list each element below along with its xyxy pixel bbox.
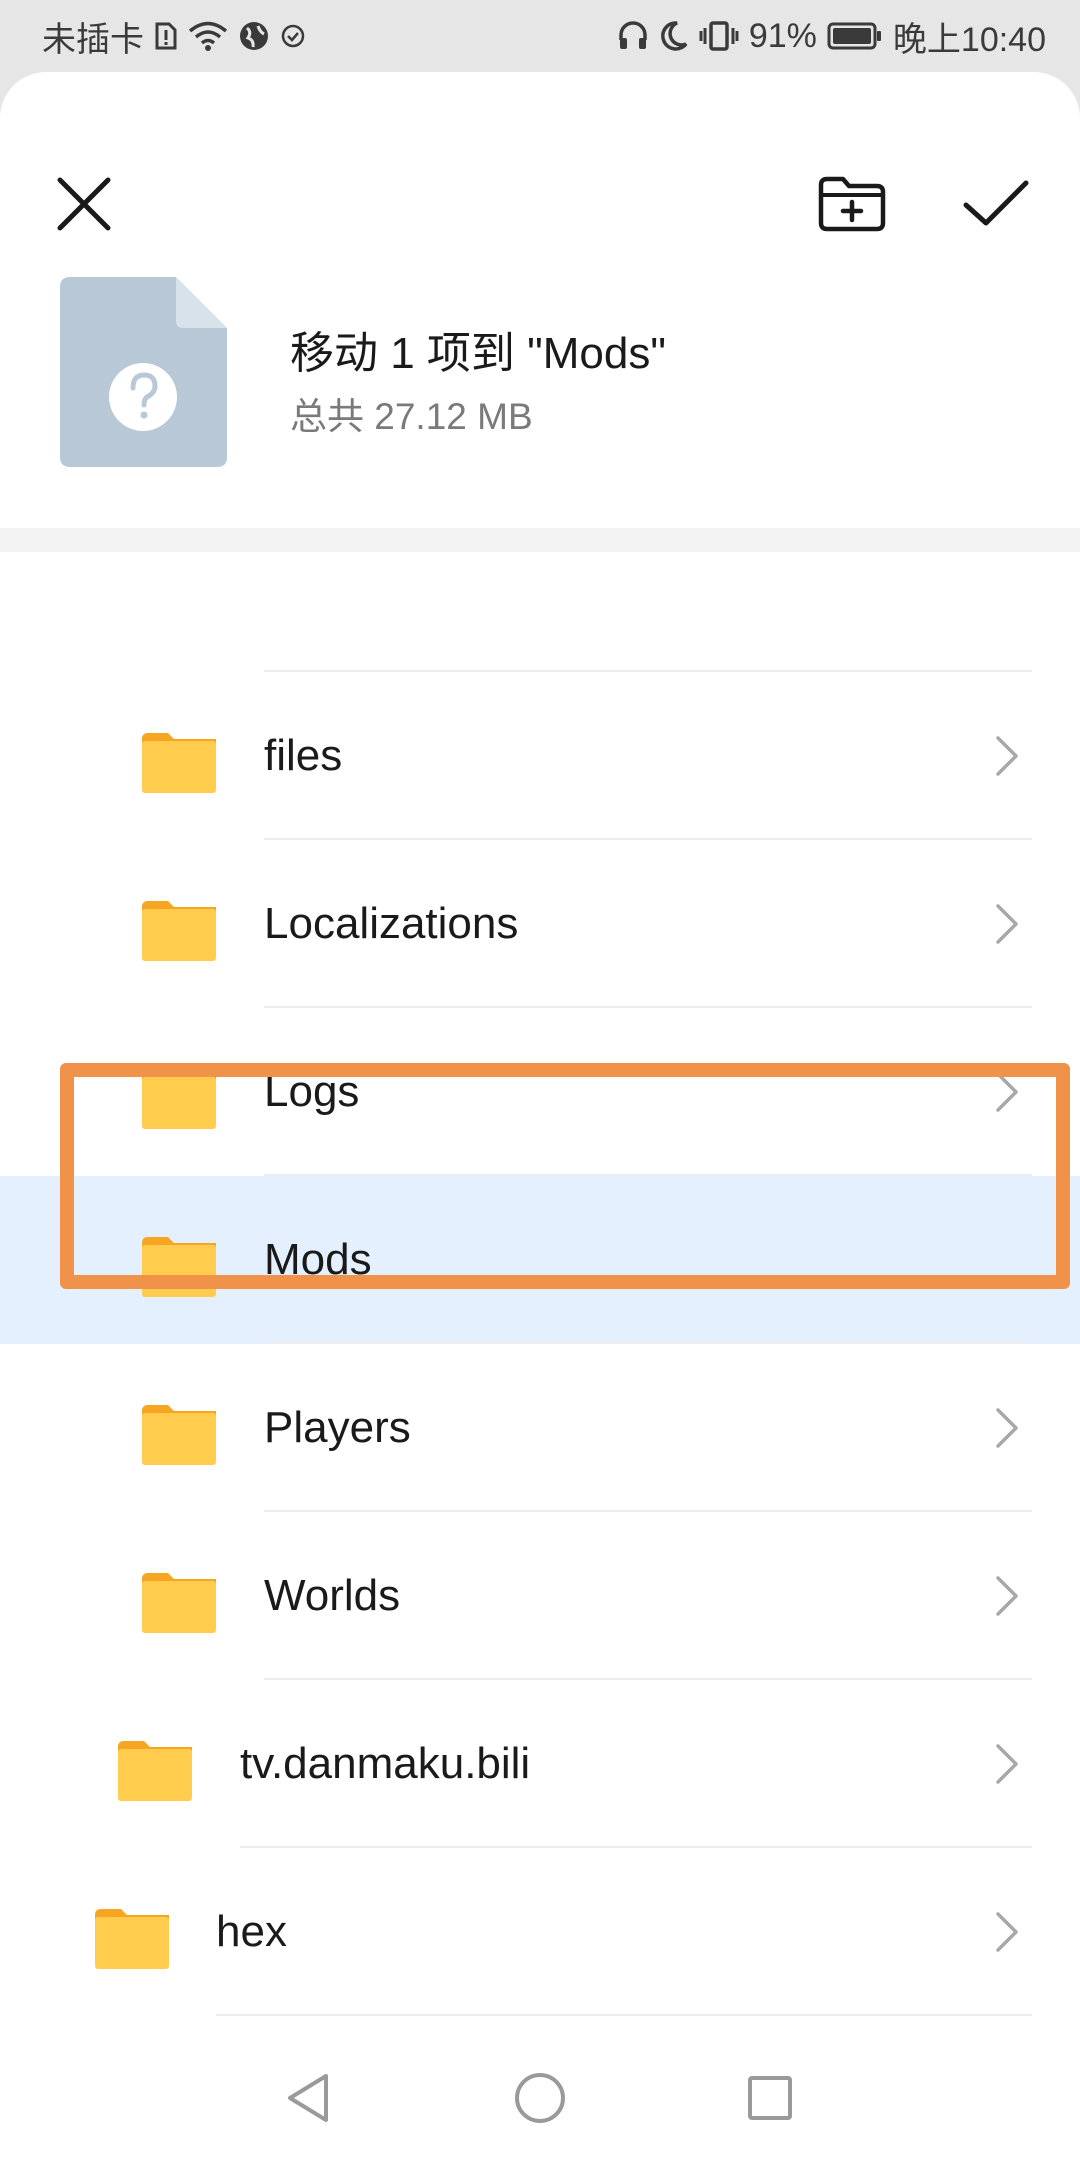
- move-total-size: 总共 27.12 MB: [290, 396, 533, 437]
- chevron-right-icon: [996, 1408, 1018, 1448]
- chevron-right-icon: [996, 904, 1018, 944]
- folder-icon: [118, 1741, 192, 1801]
- folder-icon: [142, 1237, 216, 1297]
- folder-icon: [142, 901, 216, 961]
- home-button[interactable]: [500, 2058, 580, 2138]
- unknown-file-icon: [60, 277, 227, 467]
- headset-icon: [617, 20, 649, 52]
- sync-check-icon: [280, 23, 306, 49]
- folder-icon: [142, 733, 216, 793]
- clock: 晚上10:40: [892, 20, 1046, 59]
- status-left: 未插卡: [42, 0, 306, 72]
- recents-square-icon: [748, 2076, 792, 2120]
- folder-row-mods-selected[interactable]: Mods: [0, 1176, 1080, 1344]
- close-button[interactable]: [36, 156, 132, 252]
- folder-row-players[interactable]: Players: [0, 1344, 1080, 1512]
- folder-icon: [142, 1405, 216, 1465]
- check-icon: [963, 180, 1029, 226]
- home-circle-icon: [515, 2073, 565, 2123]
- sim-alert-icon: [154, 21, 178, 51]
- battery-icon: [827, 21, 883, 51]
- move-title: 移动 1 项到 "Mods": [290, 329, 666, 378]
- chevron-right-icon: [996, 1912, 1018, 1952]
- folder-row-files[interactable]: files: [0, 672, 1080, 840]
- folder-name: Players: [264, 1403, 411, 1452]
- moon-icon: [659, 20, 689, 52]
- globe-icon: [238, 20, 270, 52]
- folder-name: hex: [216, 1907, 287, 1956]
- wifi-icon: [188, 20, 228, 52]
- chevron-right-icon: [996, 1072, 1018, 1112]
- folder-row-hex[interactable]: hex: [0, 1848, 1080, 2016]
- chevron-right-icon: [996, 736, 1018, 776]
- folder-name: Mods: [264, 1235, 372, 1284]
- folder-list[interactable]: files Localizations Logs Mods Players Wo…: [0, 552, 1080, 2062]
- chevron-right-icon: [996, 1576, 1018, 1616]
- status-right: 91% 晚上10:40: [617, 0, 1046, 72]
- back-triangle-icon: [288, 2074, 328, 2122]
- folder-name: Logs: [264, 1067, 360, 1116]
- chevron-right-icon: [996, 1744, 1018, 1784]
- folder-row-logs[interactable]: Logs: [0, 1008, 1080, 1176]
- folder-name: Worlds: [264, 1571, 401, 1620]
- folder-row-worlds[interactable]: Worlds: [0, 1512, 1080, 1680]
- folder-name: Localizations: [264, 899, 519, 948]
- folder-icon: [95, 1909, 169, 1969]
- vibrate-icon: [699, 20, 739, 52]
- carrier-text: 未插卡: [42, 20, 144, 59]
- navigation-bar: [0, 2030, 1080, 2160]
- section-divider: [0, 528, 1080, 552]
- folder-name: files: [264, 731, 343, 780]
- move-sheet: 移动 1 项到 "Mods" 总共 27.12 MB files Localiz…: [0, 72, 1080, 2160]
- battery-percent: 91%: [748, 16, 817, 55]
- folder-icon: [142, 1573, 216, 1633]
- recents-button[interactable]: [730, 2058, 810, 2138]
- confirm-button[interactable]: [948, 156, 1044, 252]
- folder-name: tv.danmaku.bili: [240, 1739, 531, 1788]
- close-icon: [57, 177, 111, 231]
- folder-icon: [142, 1069, 216, 1129]
- status-bar: 未插卡 91% 晚上10:40: [0, 0, 1080, 72]
- back-button[interactable]: [268, 2058, 348, 2138]
- new-folder-icon: [818, 176, 886, 232]
- folder-row-localizations[interactable]: Localizations: [0, 840, 1080, 1008]
- new-folder-button[interactable]: [804, 156, 900, 252]
- folder-row-tv-danmaku-bili[interactable]: tv.danmaku.bili: [0, 1680, 1080, 1848]
